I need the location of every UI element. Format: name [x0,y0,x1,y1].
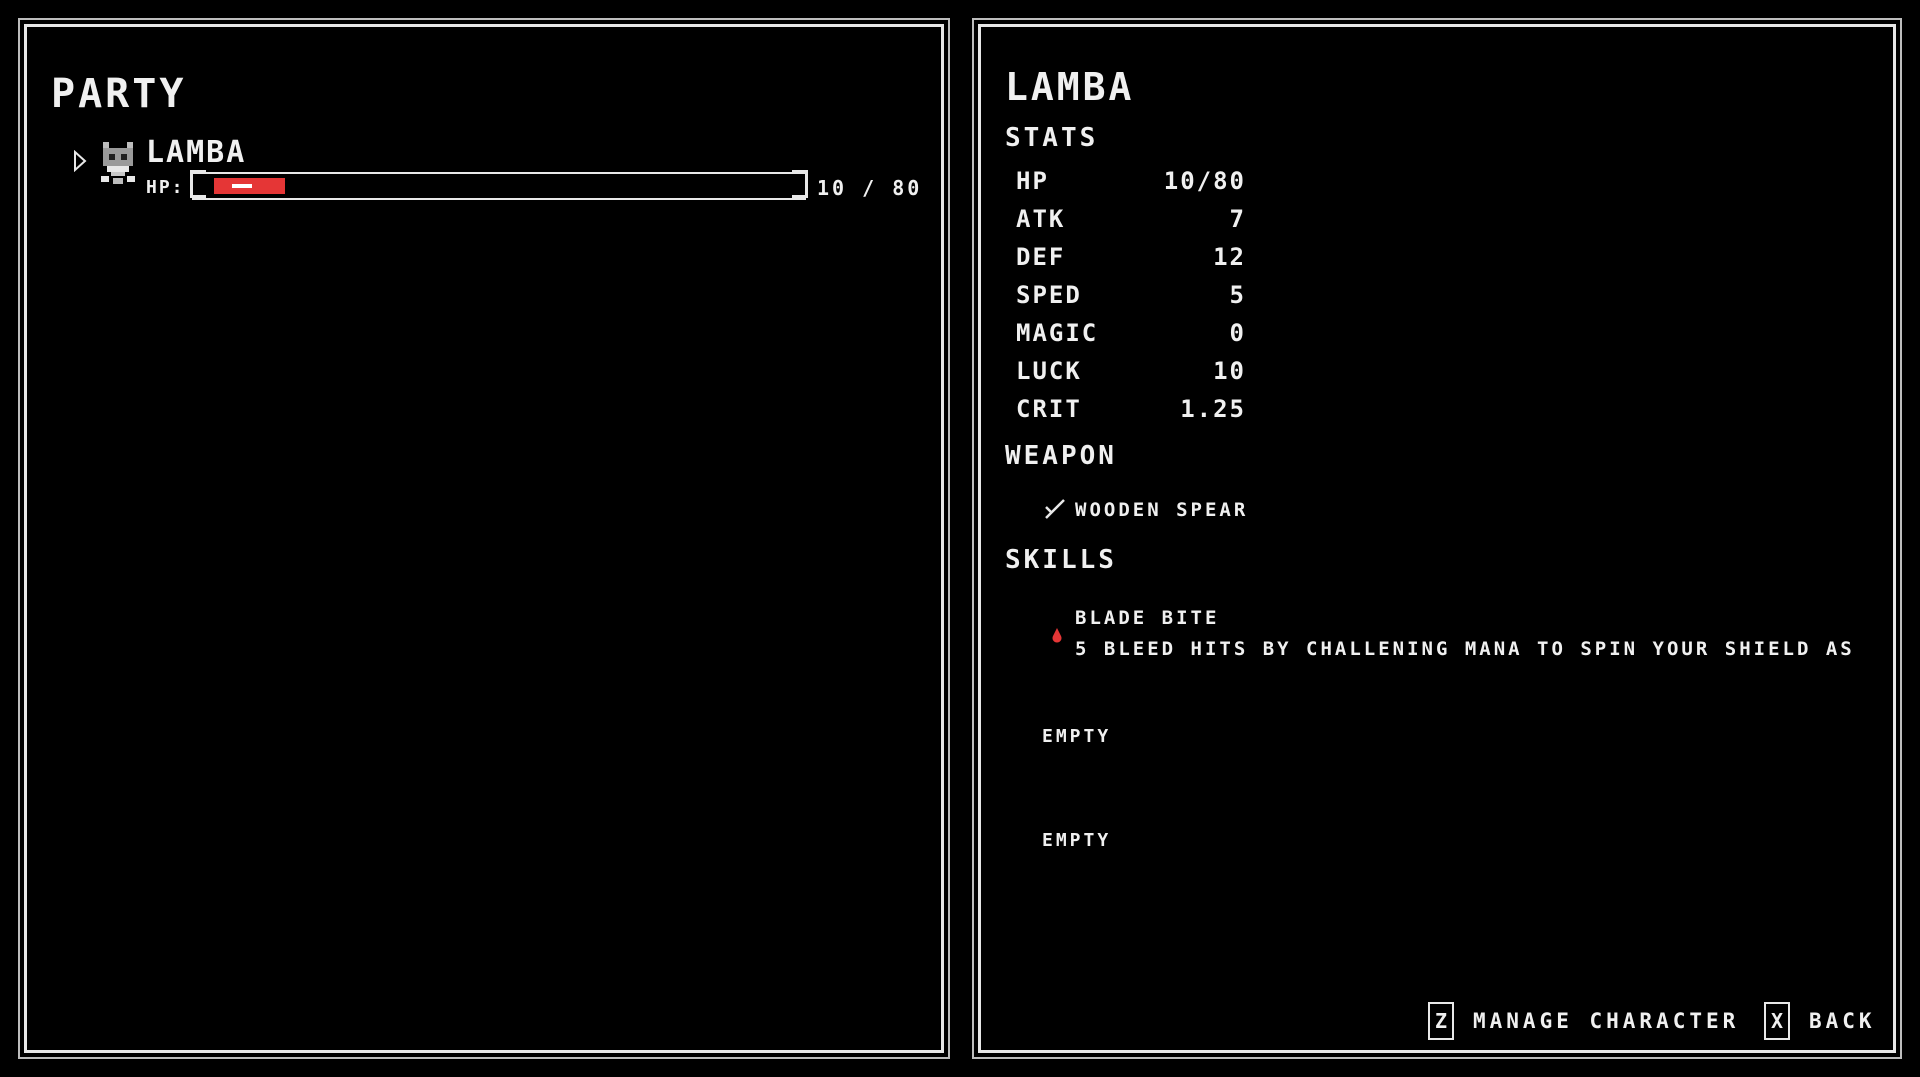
stat-label: CRIT [1016,395,1082,423]
weapon-name: WOODEN SPEAR [1075,499,1249,521]
back-label: BACK [1809,1009,1876,1033]
skills-heading: SKILLS [1005,545,1117,575]
skill-name: BLADE BITE [1075,607,1220,629]
selection-cursor-icon [74,150,87,172]
spear-icon [1045,499,1065,519]
stat-value: 10 [1213,357,1246,385]
stat-label: ATK [1016,205,1066,233]
member-name: LAMBA [146,135,247,170]
stat-row-luck: LUCK 10 [1016,357,1246,387]
character-name: LAMBA [1005,65,1135,109]
hp-bar-highlight [232,184,252,188]
stat-label: SPED [1016,281,1082,309]
skill-description: 5 BLEED HITS BY CHALLENING MANA TO SPIN … [1075,638,1855,660]
stat-label: HP [1016,167,1049,195]
party-title: PARTY [51,71,187,117]
stat-label: DEF [1016,243,1066,271]
blood-drop-icon [1052,628,1062,643]
stat-value: 0 [1229,319,1246,347]
stat-value: 1.25 [1180,395,1246,423]
z-key-icon: Z [1428,1002,1454,1040]
stat-row-magic: MAGIC 0 [1016,319,1246,349]
party-panel: PARTY LAMBA HP: 10 / 80 [18,18,950,1059]
hp-label: HP: [146,177,185,198]
stat-value: 10/80 [1163,167,1246,195]
skill-slot-2[interactable]: EMPTY [1042,726,1111,747]
x-key-icon: X [1764,1002,1790,1040]
stat-row-crit: CRIT 1.25 [1016,395,1246,425]
weapon-heading: WEAPON [1005,441,1117,471]
stats-heading: STATS [1005,123,1099,153]
stat-value: 5 [1229,281,1246,309]
stat-row-sped: SPED 5 [1016,281,1246,311]
stat-row-def: DEF 12 [1016,243,1246,273]
stat-row-atk: ATK 7 [1016,205,1246,235]
skill-slot-3[interactable]: EMPTY [1042,830,1111,851]
stat-label: MAGIC [1016,319,1099,347]
character-detail-panel: LAMBA STATS HP 10/80 ATK 7 DEF 12 SPED 5… [972,18,1902,1059]
cat-skull-sprite-icon [101,142,135,184]
stat-value: 12 [1213,243,1246,271]
stat-value: 7 [1229,205,1246,233]
hp-value: 10 / 80 [817,176,923,200]
hp-bar [190,170,808,200]
manage-character-label: MANAGE CHARACTER [1473,1009,1740,1033]
stat-label: LUCK [1016,357,1082,385]
stat-row-hp: HP 10/80 [1016,167,1246,197]
